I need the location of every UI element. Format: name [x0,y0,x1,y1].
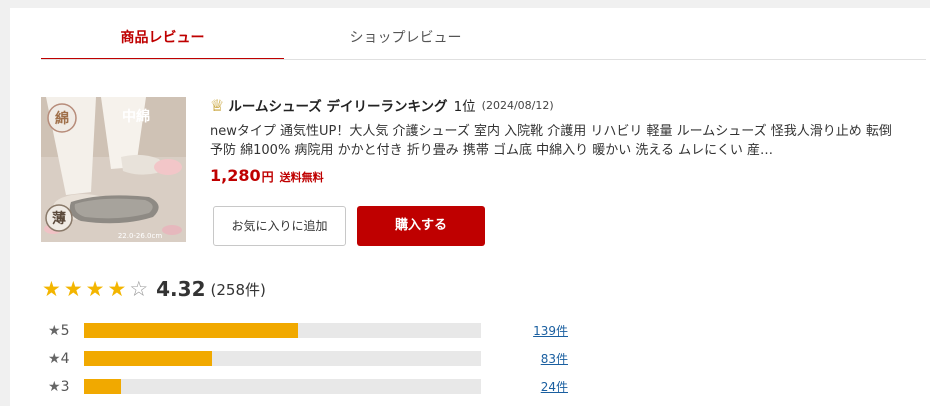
review-panel: 商品レビュー ショップレビュー 綿 薄 中綿 22.0-26.0cm ♕ ルーム… [10,8,930,406]
price-currency: 円 [261,170,274,184]
product-image[interactable]: 綿 薄 中綿 22.0-26.0cm [41,97,186,242]
rating-count: (258件) [210,280,266,299]
rating-row-5: ★5 139件 [48,322,568,340]
rating-count-link[interactable]: 24件 [508,378,568,396]
rating-bar [84,379,481,394]
star-icon: ★ [48,351,61,367]
crown-icon: ♕ [210,95,225,115]
review-tabs: 商品レビュー ショップレビュー [41,28,541,60]
ranking-label[interactable]: ルームシューズ デイリーランキング [228,95,447,115]
ranking-position: 1位 [453,99,476,115]
product-title[interactable]: newタイプ 通気性UP！大人気 介護シューズ 室内 入院靴 介護用 リハビリ … [210,122,900,160]
rating-bar-fill [84,379,121,394]
product-info: ♕ ルームシューズ デイリーランキング 1位 (2024/08/12) newタ… [210,94,910,188]
image-size-label: 22.0-26.0cm [118,232,163,240]
rating-row-4: ★4 83件 [48,350,568,368]
rating-count-link[interactable]: 139件 [508,322,568,340]
price-line: 1,280 円 送料無料 [210,166,910,188]
rating-row-label: ★5 [48,323,70,339]
badge-cotton: 綿 [55,110,69,127]
rating-bar [84,351,481,366]
star-icon: ★ [48,379,61,395]
rating-row-label: ★4 [48,351,70,367]
product-photo: 綿 薄 中綿 22.0-26.0cm [41,97,186,242]
rating-score: 4.32 [156,277,206,301]
shipping-label: 送料無料 [279,171,324,184]
star-full-icon: ★ [42,277,61,301]
star-icon: ★ [48,323,61,339]
star-empty-icon: ☆ [129,277,149,301]
buy-button[interactable]: 購入する [357,206,485,246]
image-headline: 中綿 [122,108,150,125]
rating-row-3: ★3 24件 [48,378,568,396]
star-full-icon: ★ [107,277,127,301]
add-to-favorites-button[interactable]: お気に入りに追加 [213,206,346,246]
star-full-icon: ★ [85,277,105,301]
rating-bar-fill [84,351,212,366]
ranking-date: (2024/08/12) [481,98,554,112]
rating-bar [84,323,481,338]
product-price: 1,280 [210,166,261,185]
rating-row-label: ★3 [48,379,70,395]
tabs-divider [41,59,926,60]
rating-bar-fill [84,323,298,338]
rating-summary: ★ ★ ★ ★ ☆ 4.32 (258件) [42,275,266,303]
tab-shop-reviews[interactable]: ショップレビュー [284,28,527,58]
badge-thin: 薄 [52,210,66,227]
star-full-icon: ★ [63,277,83,301]
ranking-line: ♕ ルームシューズ デイリーランキング 1位 (2024/08/12) [210,94,910,116]
rating-count-link[interactable]: 83件 [508,350,568,368]
tab-product-reviews[interactable]: 商品レビュー [41,28,284,60]
